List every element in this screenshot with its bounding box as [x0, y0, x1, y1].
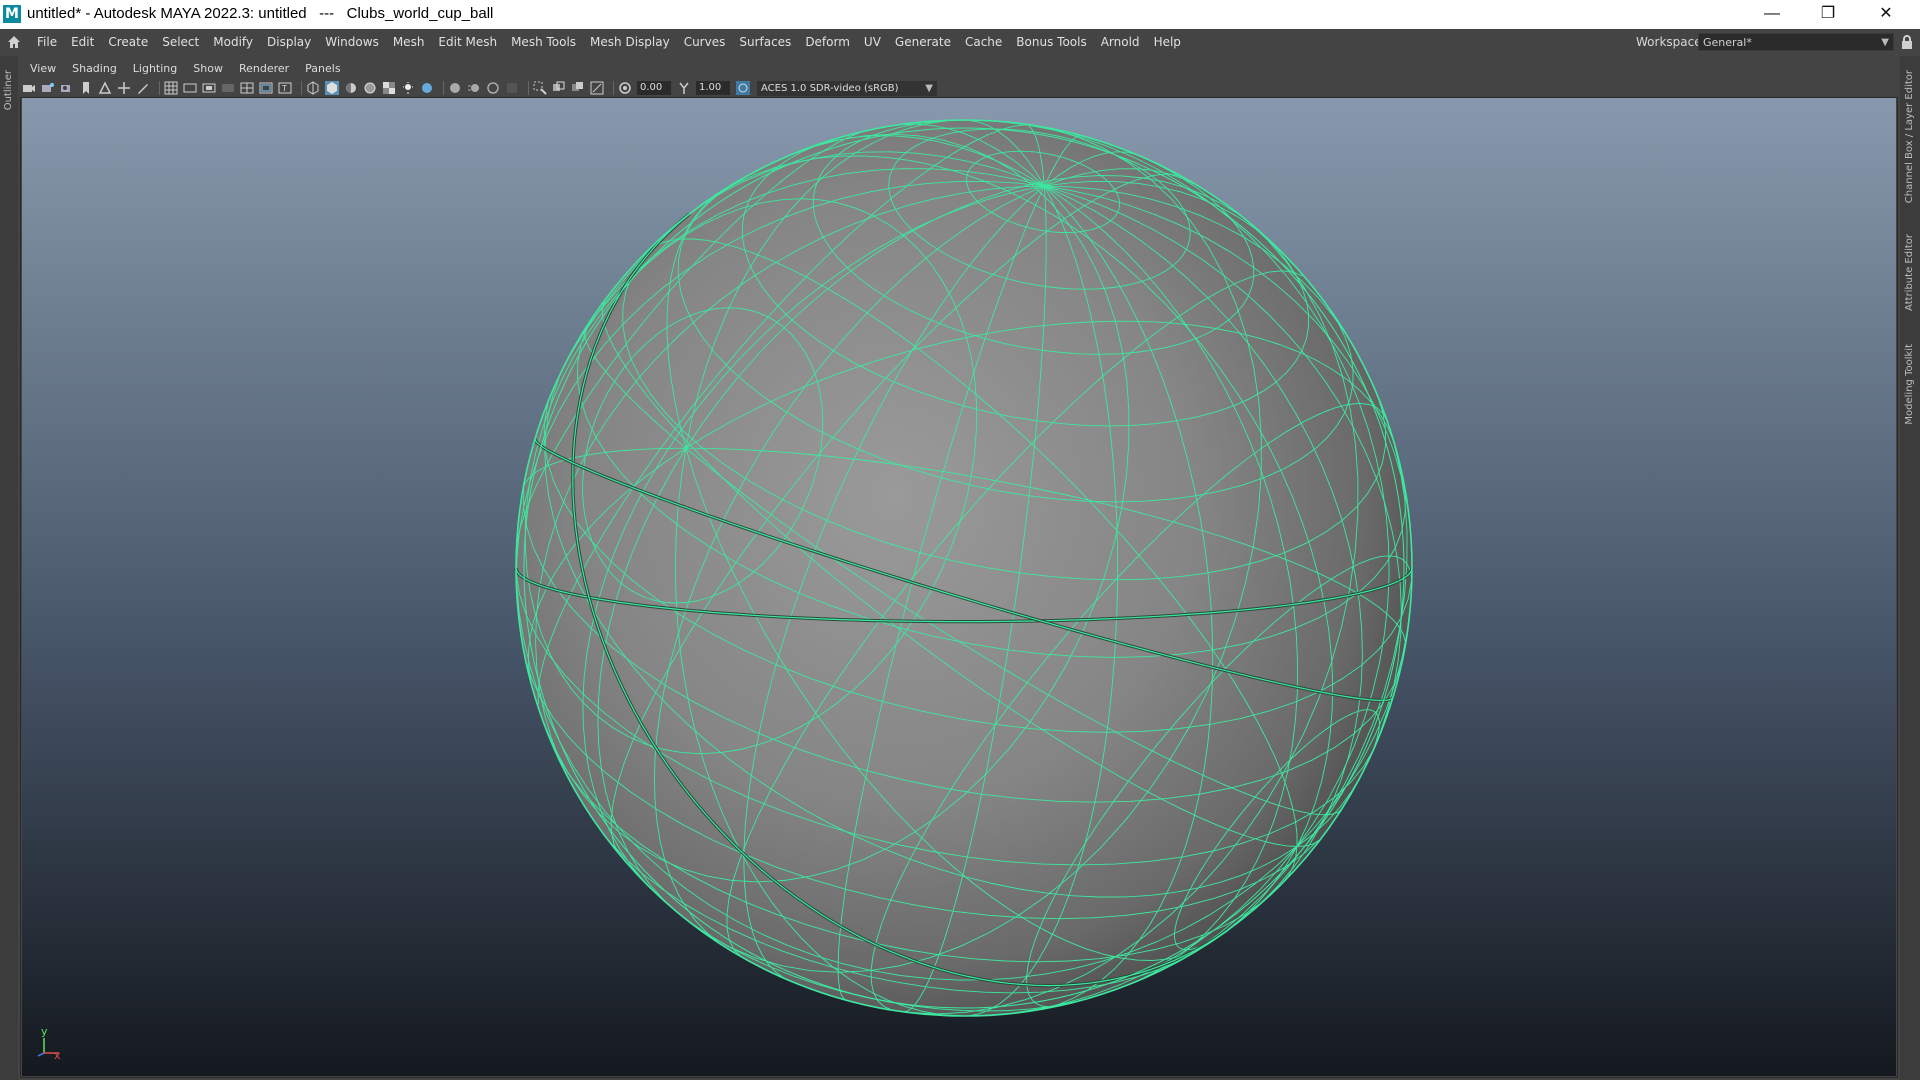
menu-items: File Edit Create Select Modify Display W… — [30, 29, 1188, 56]
gamma-icon[interactable] — [677, 81, 691, 95]
panel-menu-panels[interactable]: Panels — [297, 59, 348, 79]
gate-mask-icon[interactable] — [221, 81, 235, 95]
chevron-down-icon: ▼ — [925, 82, 933, 94]
wireframe-on-shaded-icon[interactable] — [363, 81, 377, 95]
bookmark-icon[interactable] — [79, 81, 93, 95]
exposure-icon[interactable] — [618, 81, 632, 95]
modeling-toolkit-tab[interactable]: Modeling Toolkit — [1904, 344, 1915, 425]
restore-button[interactable]: ❐ — [1800, 0, 1856, 29]
camera-icon[interactable] — [22, 81, 36, 95]
menu-surfaces[interactable]: Surfaces — [732, 29, 798, 56]
panel-menu-renderer[interactable]: Renderer — [231, 59, 297, 79]
default-material-icon[interactable] — [344, 81, 358, 95]
home-icon[interactable] — [6, 34, 22, 50]
panel-menu-lighting[interactable]: Lighting — [125, 59, 185, 79]
close-button[interactable]: ✕ — [1858, 0, 1914, 29]
attribute-editor-tab[interactable]: Attribute Editor — [1904, 234, 1915, 311]
exposure-field[interactable]: 0.00 — [637, 81, 671, 95]
menu-create[interactable]: Create — [101, 29, 155, 56]
xray-icon[interactable] — [552, 81, 566, 95]
wireframe-icon[interactable] — [306, 81, 320, 95]
right-tab-strip: Channel Box / Layer Editor Attribute Edi… — [1900, 56, 1920, 1080]
window-title: untitled* - Autodesk MAYA 2022.3: untitl… — [27, 5, 494, 22]
xray-active-components-icon[interactable] — [571, 81, 585, 95]
menu-deform[interactable]: Deform — [798, 29, 857, 56]
image-plane-icon[interactable] — [98, 81, 112, 95]
menu-mesh[interactable]: Mesh — [386, 29, 432, 56]
toolbar-separator — [613, 81, 614, 95]
safe-title-icon[interactable]: T — [278, 81, 292, 95]
axis-y-label: y — [41, 1025, 48, 1038]
motion-blur-icon[interactable] — [467, 81, 481, 95]
ball-surface — [516, 120, 1412, 1016]
panel-menu-view[interactable]: View — [22, 59, 64, 79]
perspective-viewport[interactable]: y x — [22, 98, 1896, 1076]
menu-uv[interactable]: UV — [857, 29, 888, 56]
view-transform-value: ACES 1.0 SDR-video (sRGB) — [761, 82, 899, 94]
field-chart-icon[interactable] — [240, 81, 254, 95]
menu-cache[interactable]: Cache — [958, 29, 1009, 56]
scene-canvas[interactable]: y x — [22, 98, 1896, 1076]
window-titlebar: M untitled* - Autodesk MAYA 2022.3: unti… — [0, 0, 1920, 29]
toolbar-separator — [443, 81, 444, 95]
grid-icon[interactable] — [164, 81, 178, 95]
menu-modify[interactable]: Modify — [206, 29, 260, 56]
menu-select[interactable]: Select — [155, 29, 206, 56]
safe-action-icon[interactable] — [259, 81, 273, 95]
xray-joints-icon[interactable] — [590, 81, 604, 95]
toolbar-separator — [159, 81, 160, 95]
textured-icon[interactable] — [382, 81, 396, 95]
menu-mesh-display[interactable]: Mesh Display — [583, 29, 677, 56]
menu-help[interactable]: Help — [1147, 29, 1188, 56]
menu-file[interactable]: File — [30, 29, 64, 56]
menu-bonus-tools[interactable]: Bonus Tools — [1009, 29, 1093, 56]
menu-edit-mesh[interactable]: Edit Mesh — [431, 29, 504, 56]
svg-text:T: T — [281, 84, 287, 93]
axis-gizmo: y x — [37, 1025, 61, 1062]
camera-lock-icon[interactable] — [41, 81, 55, 95]
main-menubar: File Edit Create Select Modify Display W… — [0, 29, 1920, 56]
depth-of-field-icon[interactable] — [505, 81, 519, 95]
resolution-gate-icon[interactable] — [202, 81, 216, 95]
toolbar-separator — [301, 81, 302, 95]
film-gate-icon[interactable] — [183, 81, 197, 95]
isolate-select-icon[interactable] — [533, 81, 547, 95]
menu-arnold[interactable]: Arnold — [1094, 29, 1147, 56]
menu-curves[interactable]: Curves — [677, 29, 733, 56]
shadows-icon[interactable] — [420, 81, 434, 95]
view-transform-dropdown[interactable]: ACES 1.0 SDR-video (sRGB) ▼ — [757, 80, 937, 96]
workspace-label: Workspace: — [1636, 35, 1706, 49]
menu-generate[interactable]: Generate — [888, 29, 958, 56]
lights-icon[interactable] — [401, 81, 415, 95]
smooth-shade-icon[interactable] — [325, 81, 339, 95]
toolbar-separator — [528, 81, 529, 95]
outliner-tab[interactable]: Outliner — [3, 70, 14, 110]
panel-menubar: View Shading Lighting Show Renderer Pane… — [22, 59, 1896, 79]
panel-toolbar: T 0.00 1.00 ACES 1.0 SDR-video (sRGB) ▼ — [22, 79, 1896, 97]
maya-logo-icon: M — [3, 5, 21, 23]
grease-pencil-icon[interactable] — [136, 81, 150, 95]
gamma-field[interactable]: 1.00 — [696, 81, 730, 95]
workspace-value: General* — [1703, 36, 1752, 49]
channel-box-tab[interactable]: Channel Box / Layer Editor — [1904, 70, 1915, 203]
menu-edit[interactable]: Edit — [64, 29, 101, 56]
chevron-down-icon: ▼ — [1881, 37, 1889, 48]
minimize-button[interactable]: — — [1744, 0, 1800, 29]
menu-display[interactable]: Display — [260, 29, 318, 56]
panel-menu-show[interactable]: Show — [185, 59, 231, 79]
axis-z-line — [37, 1052, 45, 1057]
ambient-occlusion-icon[interactable] — [448, 81, 462, 95]
menu-mesh-tools[interactable]: Mesh Tools — [504, 29, 583, 56]
menu-windows[interactable]: Windows — [318, 29, 386, 56]
anti-aliasing-icon[interactable] — [486, 81, 500, 95]
soccer-ball-mesh[interactable] — [514, 119, 1414, 1017]
lock-icon[interactable] — [1899, 34, 1915, 50]
color-management-icon[interactable] — [736, 81, 750, 95]
workspace-dropdown[interactable]: General* ▼ — [1698, 33, 1894, 51]
axis-x-label: x — [54, 1049, 61, 1062]
left-tab-strip: Outliner — [0, 56, 18, 1080]
panel-menu-shading[interactable]: Shading — [64, 59, 125, 79]
camera-attributes-icon[interactable] — [60, 81, 74, 95]
2d-pan-zoom-icon[interactable] — [117, 81, 131, 95]
